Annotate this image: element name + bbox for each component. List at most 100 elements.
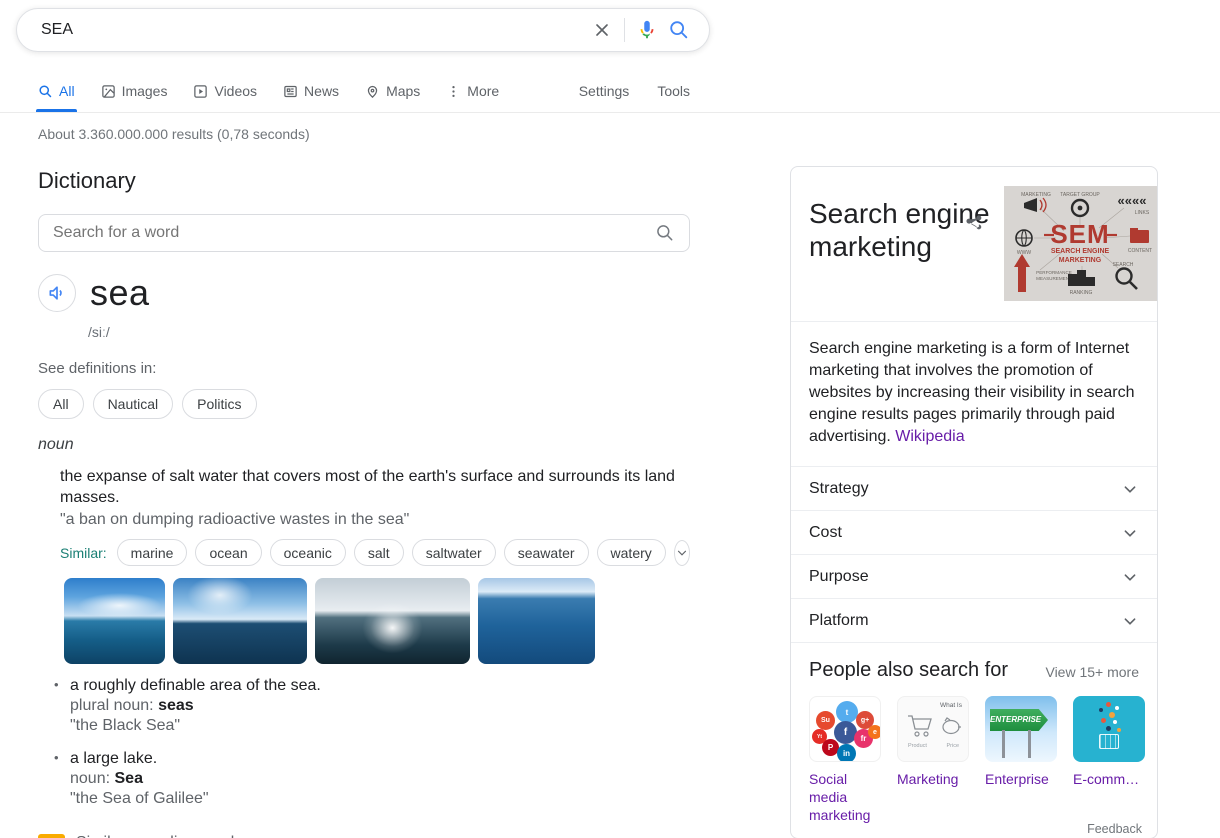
more-synonyms-button[interactable]: [673, 539, 690, 566]
svg-text:MARKETING: MARKETING: [1059, 257, 1102, 264]
tab-all-label: All: [59, 83, 75, 99]
svg-text:TARGET GROUP: TARGET GROUP: [1060, 192, 1100, 198]
synonym-chip-ocean[interactable]: ocean: [195, 539, 262, 566]
searchbar-divider: [624, 18, 625, 42]
ecommerce-thumbnail: [1073, 696, 1145, 762]
panel-feedback-link[interactable]: Feedback: [790, 822, 1142, 836]
section-platform[interactable]: Platform: [791, 598, 1157, 642]
share-icon[interactable]: [964, 211, 988, 235]
synonym-chip-seawater[interactable]: seawater: [503, 539, 589, 566]
dictionary-search-icon[interactable]: [655, 223, 675, 243]
subsense-list: a roughly definable area of the sea. plu…: [52, 676, 690, 809]
wikipedia-link[interactable]: Wikipedia: [895, 428, 964, 445]
thumbnail-text: What Is: [939, 702, 962, 709]
tab-news-label: News: [304, 83, 340, 99]
definition-example: "a ban on dumping radioactive wastes in …: [60, 511, 410, 528]
see-definitions-label: See definitions in:: [38, 360, 157, 377]
cart-sketch-icon: [908, 715, 932, 737]
sea-image-2[interactable]: [173, 578, 307, 664]
section-purpose[interactable]: Purpose: [791, 554, 1157, 598]
filter-chip-nautical[interactable]: Nautical: [92, 389, 174, 419]
sign-post: [1028, 730, 1031, 758]
pronunciation: /siː/: [88, 324, 110, 340]
pasf-item-marketing[interactable]: What Is Product Price Marketing: [897, 696, 969, 788]
synonym-chip-oceanic[interactable]: oceanic: [269, 539, 346, 566]
marketing-thumbnail: What Is Product Price: [897, 696, 969, 762]
filter-chip-politics[interactable]: Politics: [182, 389, 257, 419]
section-label: Platform: [809, 611, 869, 629]
chevron-down-icon: [1124, 529, 1136, 537]
tab-videos-label: Videos: [214, 83, 258, 99]
knowledge-panel: Search engine marketing MARKETING TARGET…: [790, 166, 1158, 838]
sea-image-3[interactable]: [315, 578, 470, 664]
microphone-icon[interactable]: [631, 14, 663, 46]
thumbnail-caption: Price: [946, 743, 959, 749]
section-strategy[interactable]: Strategy: [791, 466, 1157, 510]
enterprise-thumbnail: ENTERPRISE: [985, 696, 1057, 762]
tab-videos[interactable]: Videos: [193, 70, 257, 112]
chevron-down-icon: [1124, 485, 1136, 493]
search-icon[interactable]: [663, 14, 695, 46]
news-icon: [284, 85, 297, 97]
svg-text:SEARCH ENGINE: SEARCH ENGINE: [1051, 248, 1110, 255]
tab-images-label: Images: [121, 83, 168, 99]
pronounce-button[interactable]: [38, 274, 76, 312]
tab-maps[interactable]: Maps: [365, 70, 420, 112]
search-results-page: All Images Videos News Maps More: [0, 0, 1220, 838]
pasf-item-ecommerce[interactable]: E-comm…: [1073, 696, 1145, 788]
sign-post: [1002, 730, 1005, 758]
tab-more[interactable]: More: [446, 70, 499, 112]
images-icon: [101, 84, 115, 98]
sem-infographic-image[interactable]: MARKETING TARGET GROUP «««« LINKS WWW SE…: [1004, 186, 1157, 301]
speaker-icon: [49, 286, 62, 300]
synonym-chip-watery[interactable]: watery: [596, 539, 666, 566]
synonym-chip-marine[interactable]: marine: [116, 539, 188, 566]
synonym-chip-salt[interactable]: salt: [353, 539, 404, 566]
tools-menu[interactable]: Tools: [657, 83, 690, 99]
svg-text:WWW: WWW: [1017, 250, 1031, 256]
view-more-link[interactable]: View 15+ more: [1045, 664, 1139, 682]
definition-text: the expanse of salt water that covers mo…: [60, 468, 675, 506]
search-input[interactable]: [41, 21, 586, 39]
dictionary-heading: Dictionary: [38, 168, 136, 193]
synonym-chip-saltwater[interactable]: saltwater: [411, 539, 496, 566]
subsense-item: a roughly definable area of the sea. plu…: [52, 676, 690, 736]
section-label: Strategy: [809, 479, 869, 497]
svg-text:LINKS: LINKS: [1135, 210, 1150, 216]
sea-image-4[interactable]: [478, 578, 595, 664]
subsense-form: noun: Sea: [70, 769, 690, 789]
enterprise-sign: ENTERPRISE: [990, 709, 1048, 731]
tab-more-label: More: [467, 83, 500, 99]
pasf-label: Enterprise: [985, 771, 1049, 787]
results-tabbar: All Images Videos News Maps More Setting…: [0, 70, 1220, 113]
clear-icon[interactable]: [586, 14, 618, 46]
main-search-bar[interactable]: [16, 8, 710, 52]
result-stats: About 3.360.000.000 results (0,78 second…: [38, 126, 310, 142]
thumbnail-caption: Product: [908, 743, 927, 749]
tab-images[interactable]: Images: [101, 70, 168, 112]
svg-text:SEM: SEM: [1050, 219, 1109, 249]
tab-all[interactable]: All: [36, 70, 77, 112]
filter-chip-all[interactable]: All: [38, 389, 84, 419]
dictionary-search-input[interactable]: [53, 224, 655, 242]
section-label: Purpose: [809, 567, 869, 585]
people-also-search-for: People also search for View 15+ more t S…: [791, 642, 1157, 838]
pasf-label: Social media marketing: [809, 771, 871, 823]
svg-text:SEARCH: SEARCH: [1113, 262, 1134, 268]
dictionary-search-box[interactable]: [38, 214, 690, 252]
maps-icon: [367, 85, 378, 98]
form-value: Sea: [114, 770, 143, 787]
tab-news[interactable]: News: [283, 70, 339, 112]
pasf-item-social-media-marketing[interactable]: t Su g+ Yt f fr P in e Social media mark…: [809, 696, 881, 824]
section-cost[interactable]: Cost: [791, 510, 1157, 554]
svg-text:CONTENT: CONTENT: [1128, 248, 1152, 254]
subsense-form: plural noun: seas: [70, 696, 690, 716]
svg-text:««««: ««««: [1118, 193, 1147, 208]
subsense-example: "the Black Sea": [70, 717, 181, 734]
settings-menu[interactable]: Settings: [579, 83, 630, 99]
svg-text:MEASUREMENT: MEASUREMENT: [1036, 276, 1072, 281]
sea-image-strip: [64, 578, 690, 664]
chevron-down-icon: [677, 550, 686, 556]
sea-image-1[interactable]: [64, 578, 165, 664]
pasf-item-enterprise[interactable]: ENTERPRISE Enterprise: [985, 696, 1057, 788]
